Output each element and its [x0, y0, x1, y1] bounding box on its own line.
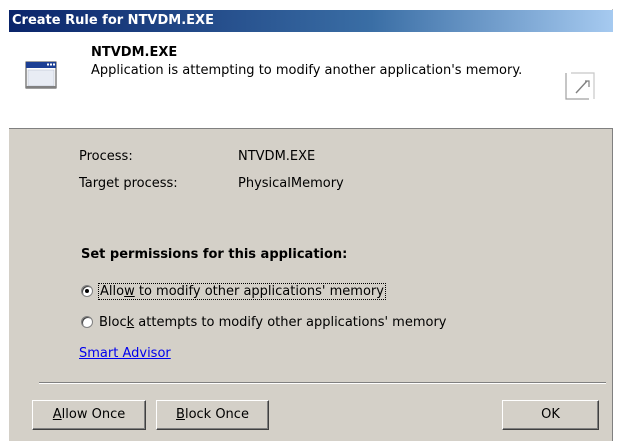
- target-process-label: Target process:: [79, 176, 178, 191]
- allow-once-button[interactable]: Allow Once: [32, 400, 146, 430]
- allow-once-key: A: [52, 407, 62, 422]
- title-bar[interactable]: Create Rule for NTVDM.EXE: [9, 10, 613, 32]
- allow-label-pre: Allo: [100, 283, 125, 299]
- memory-chip-icon: [565, 72, 595, 100]
- allow-option[interactable]: Allow to modify other applications' memo…: [81, 282, 386, 300]
- permissions-title: Set permissions for this application:: [81, 247, 348, 262]
- process-value: NTVDM.EXE: [238, 149, 316, 164]
- application-window-icon: [25, 61, 57, 89]
- ok-button[interactable]: OK: [502, 400, 599, 430]
- target-process-value: PhysicalMemory: [238, 176, 344, 191]
- alert-description: Application is attempting to modify anot…: [91, 63, 523, 78]
- block-once-post: lock Once: [184, 407, 249, 422]
- allow-label-post: to modify other applications' memory: [134, 283, 384, 299]
- header-panel: NTVDM.EXE Application is attempting to m…: [9, 32, 613, 129]
- block-label-pre: Bloc: [99, 314, 127, 330]
- block-radio[interactable]: [81, 316, 93, 328]
- allow-label-key: w: [124, 283, 135, 299]
- process-label: Process:: [79, 149, 133, 164]
- button-separator: [39, 382, 606, 384]
- smart-advisor-link[interactable]: Smart Advisor: [79, 346, 171, 361]
- block-option-label: Block attempts to modify other applicati…: [99, 315, 447, 330]
- block-label-post: attempts to modify other applications' m…: [134, 314, 447, 330]
- block-once-key: B: [176, 407, 185, 422]
- block-option[interactable]: Block attempts to modify other applicati…: [81, 313, 447, 331]
- app-name: NTVDM.EXE: [91, 45, 178, 60]
- allow-radio[interactable]: [81, 285, 93, 297]
- window-title: Create Rule for NTVDM.EXE: [12, 13, 214, 28]
- block-once-button[interactable]: Block Once: [156, 400, 269, 430]
- allow-option-label: Allow to modify other applications' memo…: [98, 282, 386, 300]
- allow-once-post: llow Once: [61, 407, 126, 422]
- create-rule-dialog: Create Rule for NTVDM.EXE NTVDM.EXE Appl…: [8, 9, 613, 441]
